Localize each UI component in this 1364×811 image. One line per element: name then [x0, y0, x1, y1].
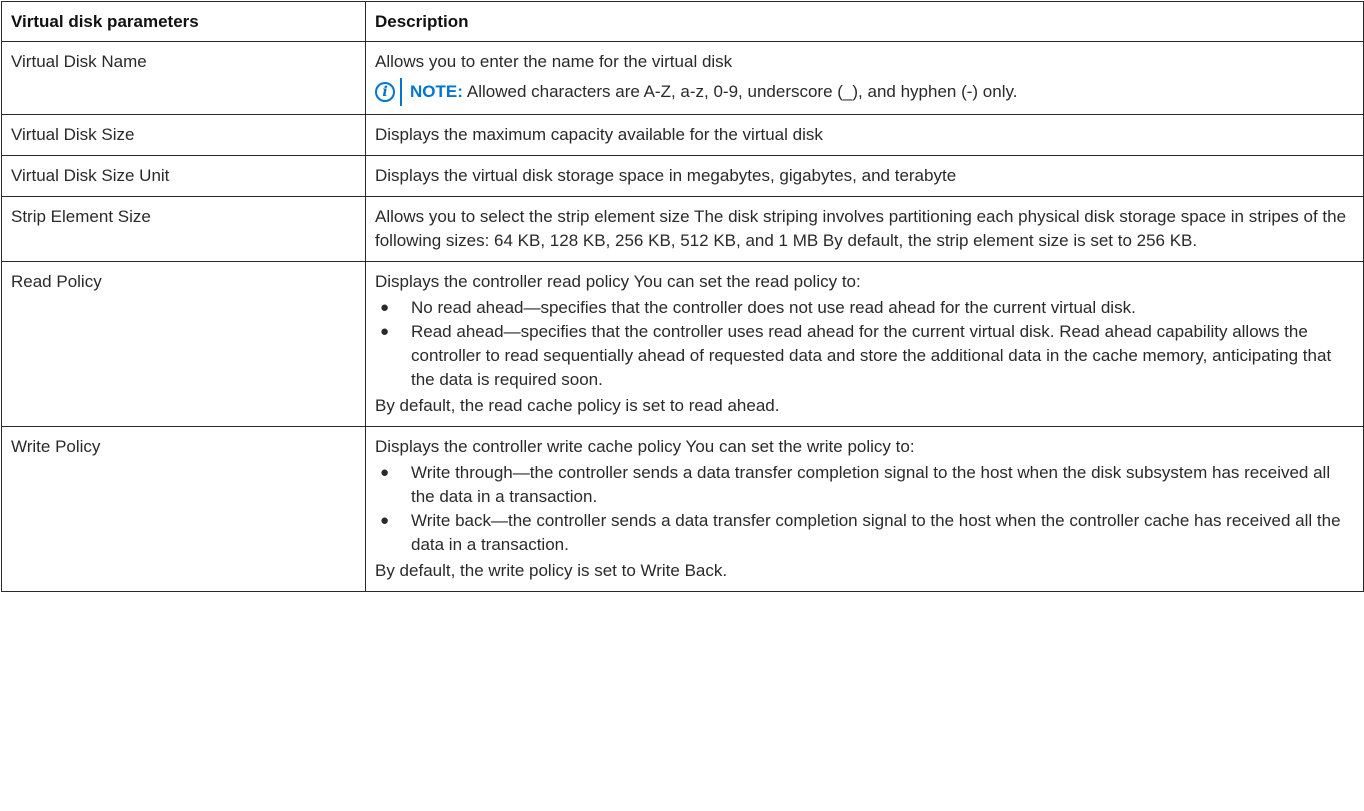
- note-label: NOTE:: [410, 82, 463, 101]
- note-divider: [400, 78, 402, 106]
- parameters-table: Virtual disk parameters Description Virt…: [1, 1, 1364, 592]
- description-text: Allows you to enter the name for the vir…: [375, 52, 733, 71]
- description-cell: Allows you to select the strip element s…: [365, 196, 1364, 262]
- param-cell: Virtual Disk Size Unit: [1, 155, 366, 197]
- bullet-icon: ●: [380, 299, 390, 316]
- footer-text: By default, the write policy is set to W…: [375, 561, 728, 580]
- table-row: Virtual Disk Size Unit Displays the virt…: [1, 155, 1364, 197]
- param-cell: Virtual Disk Size: [1, 114, 366, 156]
- footer-text: By default, the read cache policy is set…: [375, 396, 780, 415]
- param-cell: Write Policy: [1, 426, 366, 592]
- table-row: Virtual Disk Name Allows you to enter th…: [1, 41, 1364, 115]
- table-row: Virtual Disk Size Displays the maximum c…: [1, 114, 1364, 156]
- description-text: Displays the controller write cache poli…: [375, 437, 915, 456]
- bullet-list: ● No read ahead—specifies that the contro…: [375, 296, 1354, 392]
- description-cell: Displays the maximum capacity available …: [365, 114, 1364, 156]
- note-text: Allowed characters are A-Z, a-z, 0-9, un…: [466, 82, 1018, 101]
- table-row: Read Policy Displays the controller read…: [1, 261, 1364, 427]
- bullet-list: ● Write through—the controller sends a da…: [375, 461, 1354, 557]
- bullet-icon: ●: [380, 464, 390, 481]
- description-cell: Displays the virtual disk storage space …: [365, 155, 1364, 197]
- table-row: Write Policy Displays the controller wri…: [1, 426, 1364, 592]
- param-cell: Strip Element Size: [1, 196, 366, 262]
- description-cell: Displays the controller read policy You …: [365, 261, 1364, 427]
- header-description: Description: [365, 1, 1364, 42]
- description-cell: Displays the controller write cache poli…: [365, 426, 1364, 592]
- header-row: Virtual disk parameters Description: [1, 1, 1364, 42]
- description-cell: Allows you to enter the name for the vir…: [365, 41, 1364, 115]
- bullet-icon: ●: [380, 512, 390, 529]
- info-circle-icon: i: [375, 82, 395, 102]
- list-item: ● Read ahead—specifies that the controlle…: [380, 322, 1332, 389]
- param-cell: Virtual Disk Name: [1, 41, 366, 115]
- note: i NOTE: Allowed characters are A-Z, a-z,…: [375, 78, 1354, 106]
- description-text: Displays the controller read policy You …: [375, 272, 861, 291]
- list-item: ● Write through—the controller sends a da…: [380, 463, 1331, 506]
- list-item: ● No read ahead—specifies that the contro…: [375, 296, 1354, 320]
- table-row: Strip Element Size Allows you to select …: [1, 196, 1364, 262]
- header-parameters: Virtual disk parameters: [1, 1, 366, 42]
- param-cell: Read Policy: [1, 261, 366, 427]
- bullet-icon: ●: [380, 323, 390, 340]
- list-item: ● Write back—the controller sends a data …: [380, 511, 1341, 554]
